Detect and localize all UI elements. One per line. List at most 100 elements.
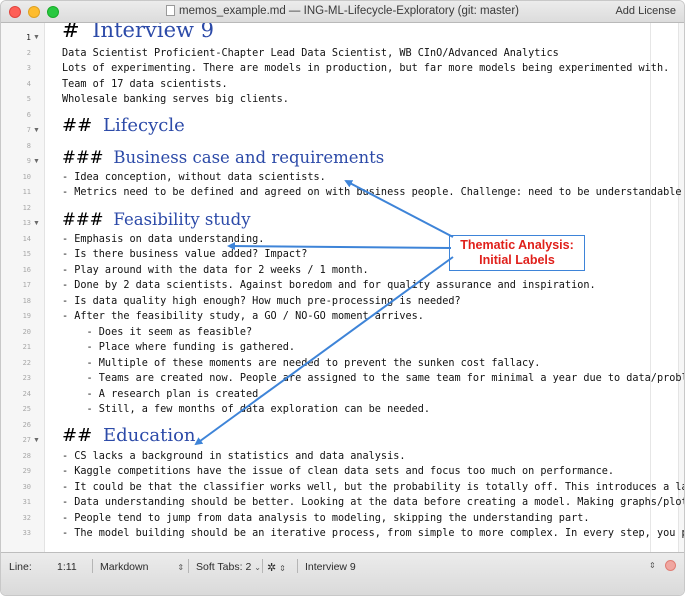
annotation-line-2: Initial Labels [479,253,555,267]
line-number: 29 [22,467,31,475]
code-line[interactable]: 20 - Does it seem as feasible? [1,325,684,341]
markdown-heading: ### Feasibility study [62,210,251,229]
code-text: - Does it seem as feasible? [62,326,253,338]
code-line[interactable]: 7 ▼ ## Lifecycle [1,117,684,139]
status-divider [92,559,93,573]
fold-toggle-icon[interactable]: ▼ [33,123,40,139]
heading-text: Education [103,425,196,446]
heading-marker: ### [62,210,104,229]
line-number: 14 [22,234,31,243]
record-macro-button[interactable] [665,560,676,571]
line-number: 5 [26,95,31,103]
code-text: - After the feasibility study, a GO / NO… [62,311,424,322]
code-line[interactable]: 29 - Kaggle competitions have the issue o… [1,464,684,480]
settings-menu[interactable]: ✲ ⇕ [267,561,286,574]
line-number: 28 [22,451,31,460]
code-line[interactable]: 33 - The model building should be an iter… [1,526,684,542]
line-number: 3 [26,64,31,72]
code-line[interactable]: 18 - Is data quality high enough? How muc… [1,294,684,310]
markdown-heading: ## Lifecycle [62,115,185,136]
window-title: memos_example.md — ING-ML-Lifecycle-Expl… [179,5,519,17]
code-text: - Emphasis on data understanding. [62,233,265,245]
code-line[interactable]: 4 Team of 17 data scientists. [1,77,684,93]
heading-marker: ## [62,425,93,446]
language-label: Markdown [100,561,149,573]
language-selector[interactable]: Markdown ⇕ [100,561,184,573]
code-line[interactable]: 13 ▼ ### Feasibility study [1,211,684,232]
cursor-position[interactable]: 1:11 [57,561,77,573]
code-line[interactable]: 2 Data Scientist Proficient-Chapter Lead … [1,46,684,62]
line-number: 33 [22,529,31,537]
line-number: 23 [22,374,31,382]
code-line[interactable]: 19 - After the feasibility study, a GO / … [1,309,684,325]
line-number: 26 [22,420,31,429]
code-line[interactable]: 27 ▼ ## Education [1,427,684,449]
code-text: - Idea conception, without data scientis… [62,171,326,183]
line-label: Line: [9,561,32,573]
heading-text: Business case and requirements [113,148,385,167]
line-number: 1 [26,33,31,42]
title-bar: memos_example.md — ING-ML-Lifecycle-Expl… [1,1,684,23]
line-number: 4 [26,79,31,88]
symbol-chevron-icon[interactable]: ⇕ [649,561,656,570]
symbol-selector-label[interactable]: Interview 9 [305,561,356,573]
code-text: - Still, a few months of data exploratio… [62,404,431,415]
code-line[interactable]: 23 - Teams are created now. People are a… [1,371,685,387]
code-line[interactable]: 30 - It could be that the classifier work… [1,480,684,496]
add-license-button[interactable]: Add License [615,5,676,17]
fold-toggle-icon[interactable]: ▼ [33,154,40,170]
code-text: - Is there business value added? Impact? [62,249,308,260]
code-line[interactable]: 1 ▼ # Interview 9 [1,23,684,46]
updown-chevron-icon: ⇕ [177,563,185,572]
code-line[interactable]: 9 ▼ ### Business case and requirements [1,149,684,170]
line-number: 9 [26,157,31,165]
code-line[interactable]: 11 - Metrics need to be defined and agree… [1,185,685,201]
line-number: 16 [22,265,31,274]
heading-marker: # [62,23,80,42]
code-line[interactable]: 3 Lots of experimenting. There are models… [1,61,684,77]
code-line[interactable]: 10 - Idea conception, without data scient… [1,170,684,186]
code-line[interactable]: 17 - Done by 2 data scientists. Against b… [1,278,684,294]
code-line[interactable]: 5 Wholesale banking serves big clients. [1,92,684,108]
updown-chevron-icon: ⇕ [279,564,286,573]
code-line[interactable]: 25 - Still, a few months of data explora… [1,402,684,418]
fold-toggle-icon[interactable]: ▼ [33,216,40,232]
line-number: 13 [22,219,31,227]
code-text: - CS lacks a background in statistics an… [62,450,406,462]
tabs-selector[interactable]: Soft Tabs: 2 ⌄ [196,561,261,573]
code-line[interactable]: 31 - Data understanding should be better.… [1,495,685,511]
code-text: - Done by 2 data scientists. Against bor… [62,280,596,291]
fold-toggle-icon[interactable]: ▼ [33,433,40,449]
annotation-label-box: Thematic Analysis: Initial Labels [449,235,585,271]
line-number: 15 [22,250,31,258]
window-title-area: memos_example.md — ING-ML-Lifecycle-Expl… [1,5,684,17]
code-line[interactable]: 21 - Place where funding is gathered. [1,340,684,356]
line-number: 25 [22,405,31,413]
heading-text: Lifecycle [103,115,185,136]
line-number: 30 [22,482,31,491]
code-line[interactable]: 22 - Multiple of these moments are neede… [1,356,684,372]
tabs-value: 2 [245,561,252,573]
line-number: 20 [22,327,31,336]
heading-text: Interview 9 [92,23,215,42]
editor-area[interactable]: 1 ▼ # Interview 9 2 Data Scientist Proficien… [1,23,685,552]
code-line[interactable]: 32 - People tend to jump from data analys… [1,511,684,527]
line-number: 32 [22,513,31,522]
code-text: - Place where funding is gathered. [62,342,296,353]
code-line[interactable]: 24 - A research plan is created. [1,387,684,403]
status-bar: Line: 1:11 Markdown ⇕ Soft Tabs: 2 ⌄ ✲ ⇕… [1,552,684,595]
status-divider [297,559,298,573]
annotation-line-1: Thematic Analysis: [460,238,574,252]
code-text: - People tend to jump from data analysis… [62,512,590,524]
code-line[interactable]: 28 - CS lacks a background in statistics … [1,449,684,465]
line-number: 11 [22,188,31,196]
code-text: Wholesale banking serves big clients. [62,94,289,105]
gear-icon: ✲ [267,562,277,574]
fold-toggle-icon[interactable]: ▼ [33,30,40,46]
code-text: Data Scientist Proficient-Chapter Lead D… [62,47,559,59]
code-text: - Is data quality high enough? How much … [62,295,461,307]
code-text: - Data understanding should be better. L… [62,497,685,508]
line-number: 19 [22,312,31,320]
code-text: - Metrics need to be defined and agreed … [62,187,685,198]
code-text: - Teams are created now. People are assi… [62,373,685,384]
